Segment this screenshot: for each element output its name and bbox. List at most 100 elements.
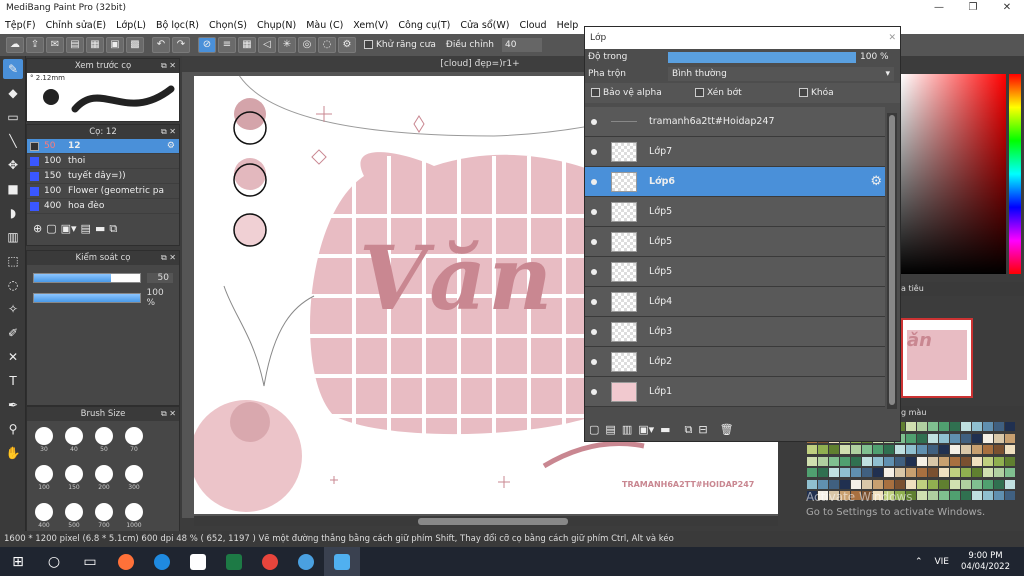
palette-swatch[interactable] — [983, 491, 993, 501]
menu-cloud[interactable]: Cloud — [514, 20, 551, 31]
palette-swatch[interactable] — [950, 491, 960, 501]
palette-swatch[interactable] — [862, 445, 872, 455]
palette-swatch[interactable] — [961, 479, 971, 489]
palette-swatch[interactable] — [994, 433, 1004, 443]
new-halftone-layer-icon[interactable]: ▥ — [622, 423, 632, 437]
select-eraser-icon[interactable]: ✕ — [3, 347, 23, 367]
move-tool-icon[interactable]: ✥ — [3, 155, 23, 175]
eyedropper-icon[interactable]: ⚲ — [3, 419, 23, 439]
menu-select[interactable]: Chọn(S) — [204, 20, 252, 31]
palette-swatch[interactable] — [1005, 491, 1015, 501]
antialias-toggle[interactable]: Khử răng cưa — [364, 40, 436, 50]
language-indicator[interactable]: VIE — [935, 557, 950, 567]
brush-size-cell[interactable]: 300 — [119, 463, 149, 499]
horizontal-scrollbar[interactable] — [194, 516, 778, 526]
lock-checkbox[interactable] — [799, 88, 808, 97]
palette-swatch[interactable] — [939, 445, 949, 455]
line-tool-icon[interactable]: ╲ — [3, 131, 23, 151]
store-icon[interactable] — [180, 547, 216, 576]
layer-row[interactable]: Lớp7 — [585, 137, 885, 167]
layer-row[interactable]: Lớp3 — [585, 317, 885, 347]
palette-swatch[interactable] — [884, 479, 894, 489]
dropper-tool-icon[interactable]: ✒ — [3, 395, 23, 415]
magic-wand-icon[interactable]: ✧ — [3, 299, 23, 319]
menu-file[interactable]: Tệp(F) — [0, 20, 41, 31]
scroll-thumb[interactable] — [418, 518, 568, 525]
palette-swatch[interactable] — [917, 422, 927, 431]
palette-swatch[interactable] — [829, 468, 839, 478]
upload-icon[interactable]: ⇪ — [26, 37, 44, 53]
brush-size-cell[interactable]: 150 — [59, 463, 89, 499]
panel-close-icon[interactable]: ⧉ ✕ — [161, 125, 176, 139]
eye-icon[interactable] — [591, 148, 597, 155]
palette-swatch[interactable] — [961, 422, 971, 431]
clock[interactable]: 9:00 PM 04/04/2022 — [961, 551, 1010, 573]
palette-swatch[interactable] — [939, 468, 949, 478]
hue-slider[interactable] — [1009, 74, 1021, 274]
blend-select[interactable]: Bình thường ▾ — [668, 67, 894, 81]
gradient-tool-icon[interactable]: ▥ — [3, 227, 23, 247]
palette-swatch[interactable] — [807, 456, 817, 466]
select-pen-icon[interactable]: ✐ — [3, 323, 23, 343]
palette-swatch[interactable] — [818, 445, 828, 455]
palette-swatch[interactable] — [917, 491, 927, 501]
palette-swatch[interactable] — [983, 422, 993, 431]
brush-size-cell[interactable]: 30 — [29, 425, 59, 461]
palette-swatch[interactable] — [950, 479, 960, 489]
palette-swatch[interactable] — [939, 479, 949, 489]
menu-tools[interactable]: Công cụ(T) — [393, 20, 455, 31]
brush-size-cell[interactable]: 200 — [89, 463, 119, 499]
palette-swatch[interactable] — [950, 422, 960, 431]
medibang-icon[interactable] — [324, 547, 360, 576]
brush-add-icon[interactable]: ⊕ — [33, 222, 42, 236]
snap-grid-icon[interactable]: ▦ — [238, 37, 256, 53]
palette-swatch[interactable] — [928, 468, 938, 478]
palette-swatch[interactable] — [906, 456, 916, 466]
layer-row-selected[interactable]: Lớp6 ⚙ — [585, 167, 885, 197]
eye-icon[interactable] — [591, 268, 597, 275]
color-picker[interactable] — [901, 74, 1006, 274]
brush-opacity-slider[interactable] — [33, 293, 141, 303]
redo-icon[interactable]: ↷ — [172, 37, 190, 53]
snap-perspective-icon[interactable]: ◁ — [258, 37, 276, 53]
undo-icon[interactable]: ↶ — [152, 37, 170, 53]
bucket-tool-icon[interactable]: ◗ — [3, 203, 23, 223]
eye-icon[interactable] — [591, 178, 597, 185]
palette-swatch[interactable] — [950, 468, 960, 478]
palette-swatch[interactable] — [818, 456, 828, 466]
select-tool-icon[interactable]: ⬚ — [3, 251, 23, 271]
brush-import-icon[interactable]: ▤ — [81, 222, 91, 236]
search-icon[interactable]: ○ — [36, 547, 72, 576]
palette-swatch[interactable] — [873, 445, 883, 455]
brush-size-cell[interactable]: 70 — [119, 425, 149, 461]
palette-swatch[interactable] — [961, 456, 971, 466]
snap-parallel-icon[interactable]: ≡ — [218, 37, 236, 53]
brush-item[interactable]: 150 tuyết dây=)) — [27, 169, 179, 184]
eye-icon[interactable] — [591, 208, 597, 215]
comment-icon[interactable]: ▤ — [66, 37, 84, 53]
folder-icon[interactable]: ▬ — [660, 423, 670, 437]
palette-swatch[interactable] — [840, 445, 850, 455]
palette-swatch[interactable] — [994, 456, 1004, 466]
panel-close-icon[interactable]: ⧉ ✕ — [161, 407, 176, 421]
menu-help[interactable]: Help — [552, 20, 584, 31]
new-brush-icon[interactable]: ▢ — [46, 222, 56, 236]
palette-swatch[interactable] — [840, 468, 850, 478]
close-icon[interactable]: ✕ — [888, 27, 896, 49]
layer-row[interactable]: Lớp4 — [585, 287, 885, 317]
menu-edit[interactable]: Chỉnh sửa(E) — [41, 20, 112, 31]
layer-row[interactable]: Lớp5 — [585, 257, 885, 287]
palette-swatch[interactable] — [961, 433, 971, 443]
grid-icon[interactable]: ▩ — [126, 37, 144, 53]
cloud-icon[interactable]: ☁ — [6, 37, 24, 53]
layer-opacity-slider[interactable] — [668, 51, 856, 63]
palette-swatch[interactable] — [972, 491, 982, 501]
brush-item[interactable]: 100 thoi — [27, 154, 179, 169]
palette-swatch[interactable] — [851, 456, 861, 466]
palette-swatch[interactable] — [928, 422, 938, 431]
layer-menu-icon[interactable]: ▣▾ — [638, 423, 654, 437]
chrome-profile-icon[interactable] — [288, 547, 324, 576]
adjust-input[interactable]: 40 — [501, 38, 542, 52]
palette-swatch[interactable] — [950, 445, 960, 455]
layer-scroll-thumb[interactable] — [889, 115, 895, 405]
